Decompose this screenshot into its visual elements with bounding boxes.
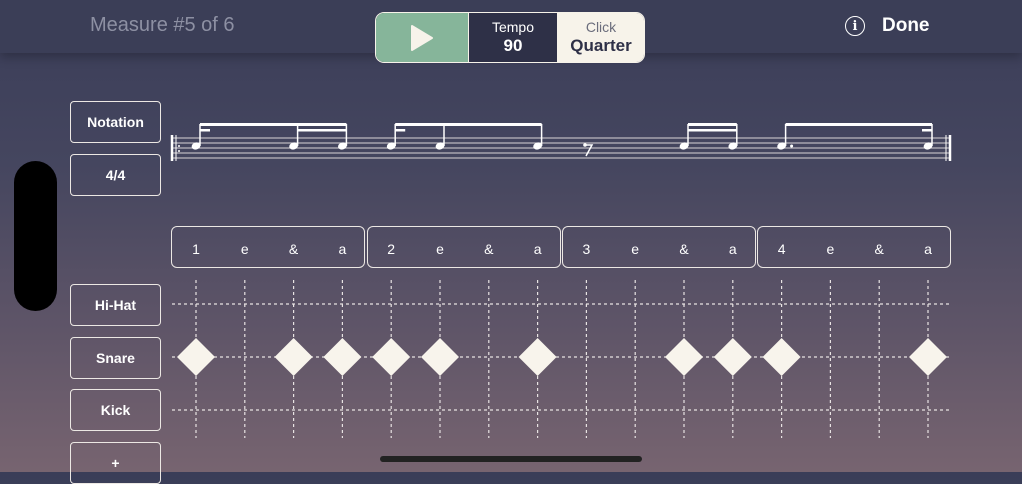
hit-snare[interactable] bbox=[762, 338, 801, 376]
hit-snare[interactable] bbox=[274, 338, 313, 376]
hit-snare[interactable] bbox=[909, 338, 947, 376]
hit-snare[interactable] bbox=[323, 338, 362, 376]
hit-snare[interactable] bbox=[421, 338, 459, 376]
sequencer-grid[interactable] bbox=[0, 0, 1022, 472]
hit-snare[interactable] bbox=[372, 338, 411, 376]
hit-snare[interactable] bbox=[713, 338, 752, 376]
hit-snare[interactable] bbox=[665, 338, 703, 376]
hit-snare[interactable] bbox=[177, 338, 215, 376]
home-indicator bbox=[380, 456, 642, 462]
hit-snare[interactable] bbox=[518, 338, 557, 376]
